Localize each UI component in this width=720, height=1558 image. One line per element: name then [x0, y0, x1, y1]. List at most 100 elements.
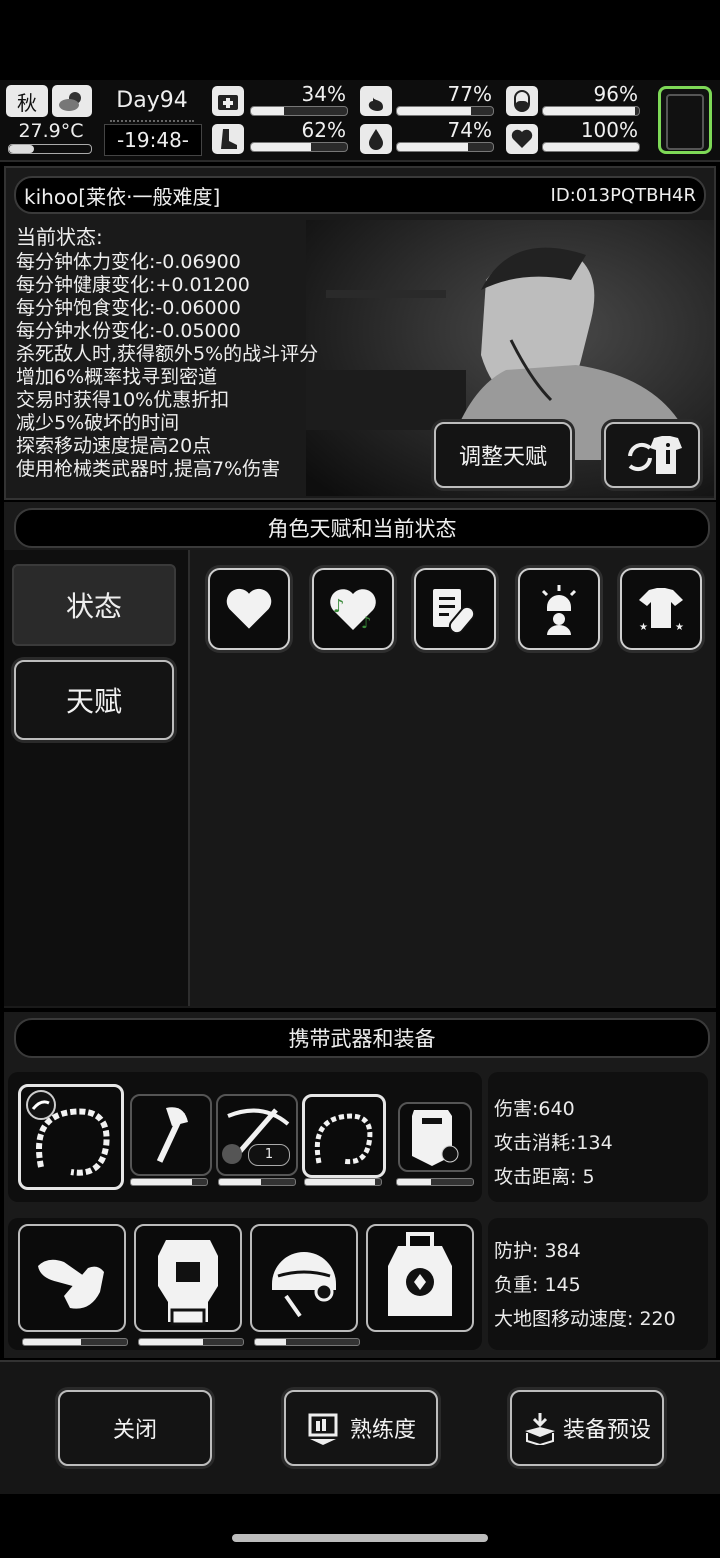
tab-talent[interactable]: 天赋 [14, 660, 174, 740]
preset-box-icon [524, 1413, 555, 1445]
season-badge: 秋 [6, 85, 48, 117]
health-bar [542, 142, 640, 152]
weapon-slot-3[interactable]: 1 [216, 1094, 298, 1176]
water-drop-icon [360, 124, 392, 154]
armor-stats: 防护: 384 负重: 145 大地图移动速度: 220 [488, 1218, 708, 1350]
weapon-slot-5[interactable] [398, 1102, 472, 1172]
armor-slot-body[interactable] [134, 1224, 242, 1332]
footer-bar: 关闭 熟练度 装备预设 [0, 1360, 720, 1494]
armor-slot-helmet[interactable] [250, 1224, 358, 1332]
status-line: 杀死敌人时,获得额外5%的战斗评分 [16, 343, 319, 365]
attack-cost-stat: 攻击消耗:134 [494, 1132, 613, 1154]
map-speed-stat: 大地图移动速度: 220 [494, 1308, 676, 1330]
talent-panel: 角色天赋和当前状态 状态 天赋 ♪ ♪ ★ ★ [4, 502, 716, 1008]
status-line: 探索移动速度提高20点 [16, 435, 212, 457]
tab-status[interactable]: 状态 [12, 564, 176, 646]
talent-content: ♪ ♪ ★ ★ [190, 550, 716, 1006]
armor-slot-gloves[interactable] [18, 1224, 126, 1332]
mood-value: 96% [593, 82, 638, 106]
status-text: 当前状态: 每分钟体力变化:-0.06900 每分钟健康变化:+0.01200 … [16, 226, 416, 481]
status-bar: 秋 27.9°C Day94 -19:48- 34% 77% 96% 62% 7… [0, 80, 720, 162]
shirt-icon[interactable]: ★ ★ [620, 568, 702, 650]
heart-icon[interactable] [208, 568, 290, 650]
season-label: 秋 [17, 90, 37, 115]
temperature: 27.9°C [18, 120, 84, 142]
status-line: 每分钟健康变化:+0.01200 [16, 274, 250, 296]
gloves-icon [38, 1259, 104, 1309]
status-line: 每分钟水份变化:-0.05000 [16, 320, 241, 342]
damage-stat: 伤害:640 [494, 1098, 575, 1120]
heart-icon [506, 124, 538, 154]
stamina-value: 62% [301, 118, 346, 142]
armor-slot-backpack[interactable] [366, 1224, 474, 1332]
proficiency-button[interactable]: 熟练度 [284, 1390, 438, 1466]
status-line: 交易时获得10%优惠折扣 [16, 389, 230, 411]
talent-tab-list: 状态 天赋 [4, 550, 190, 1006]
hunger-bar [396, 106, 494, 116]
weapon-slot-2[interactable] [130, 1094, 212, 1176]
pill-capsule-icon [506, 86, 538, 116]
time-ticks [110, 120, 194, 122]
proficiency-icon [308, 1413, 338, 1445]
thirst-value: 74% [447, 118, 492, 142]
durability-bar [138, 1338, 244, 1346]
status-line: 减少5%破坏的时间 [16, 412, 180, 434]
energy-bar [250, 106, 348, 116]
weapon-slots: 1 [8, 1072, 482, 1202]
status-line: 每分钟体力变化:-0.06900 [16, 251, 241, 273]
durability-bar [218, 1178, 296, 1186]
player-name: kihoo[莱依·一般难度] [24, 184, 221, 209]
status-line: 增加6%概率找寻到密道 [16, 366, 218, 388]
helmet-icon [272, 1252, 336, 1318]
music-heart-icon[interactable]: ♪ ♪ [312, 568, 394, 650]
axe-icon [156, 1107, 188, 1163]
home-indicator[interactable] [232, 1534, 488, 1542]
durability-bar [130, 1178, 208, 1186]
riot-shield-icon [412, 1110, 459, 1166]
equipment-preset-button[interactable]: 装备预设 [510, 1390, 664, 1466]
thirst-bar [396, 142, 494, 152]
svg-text:★: ★ [675, 622, 684, 633]
close-button[interactable]: 关闭 [58, 1390, 212, 1466]
clock: -19:48- [104, 124, 202, 156]
status-heading: 当前状态: [16, 225, 103, 249]
profile-bar: kihoo[莱依·一般难度] ID:013PQTBH4R [14, 176, 706, 214]
item-count: 1 [248, 1144, 290, 1166]
proficiency-label: 熟练度 [349, 1418, 416, 1443]
stamina-bar [250, 142, 348, 152]
equipment-section-title: 携带武器和装备 [14, 1018, 710, 1058]
weight-stat: 负重: 145 [494, 1274, 581, 1296]
backpack-icon [388, 1232, 452, 1316]
durability-bar [22, 1338, 128, 1346]
stomach-icon [360, 86, 392, 116]
mood-bar [542, 106, 640, 116]
weapon-slot-4[interactable] [302, 1094, 386, 1178]
equipment-panel: 携带武器和装备 1 伤害:640 攻击消耗:134 攻击距离: 5 防护: 38… [4, 1012, 716, 1358]
durability-bar [254, 1338, 360, 1346]
durability-bar [304, 1178, 382, 1186]
medical-clipboard-icon[interactable] [414, 568, 496, 650]
alarm-person-icon[interactable] [518, 568, 600, 650]
green-bag-button[interactable] [658, 86, 712, 154]
outfit-swap-icon [628, 436, 682, 474]
health-value: 100% [580, 118, 638, 142]
status-line: 每分钟饱食变化:-0.06000 [16, 297, 241, 319]
thorn-whip-icon [26, 1090, 110, 1176]
status-line: 使用枪械类武器时,提高7%伤害 [16, 458, 281, 480]
energy-value: 34% [301, 82, 346, 106]
armor-slots [8, 1218, 482, 1350]
svg-text:★: ★ [639, 622, 648, 633]
character-panel: kihoo[莱依·一般难度] ID:013PQTBH4R 当前状态: 每分钟体力… [4, 166, 716, 500]
talent-section-title: 角色天赋和当前状态 [14, 508, 710, 548]
weapon-slot-1[interactable] [18, 1084, 124, 1190]
preset-label: 装备预设 [562, 1418, 651, 1443]
protection-stat: 防护: 384 [494, 1240, 581, 1262]
weather-cloudy-sun-icon [52, 85, 92, 117]
svg-text:♪: ♪ [333, 596, 345, 617]
change-outfit-button[interactable] [604, 422, 700, 488]
weapon-stats: 伤害:640 攻击消耗:134 攻击距离: 5 [488, 1072, 708, 1202]
attack-range-stat: 攻击距离: 5 [494, 1166, 595, 1188]
thorn-whip-icon [314, 1113, 373, 1165]
adjust-talent-button[interactable]: 调整天赋 [434, 422, 572, 488]
first-aid-icon [212, 86, 244, 116]
